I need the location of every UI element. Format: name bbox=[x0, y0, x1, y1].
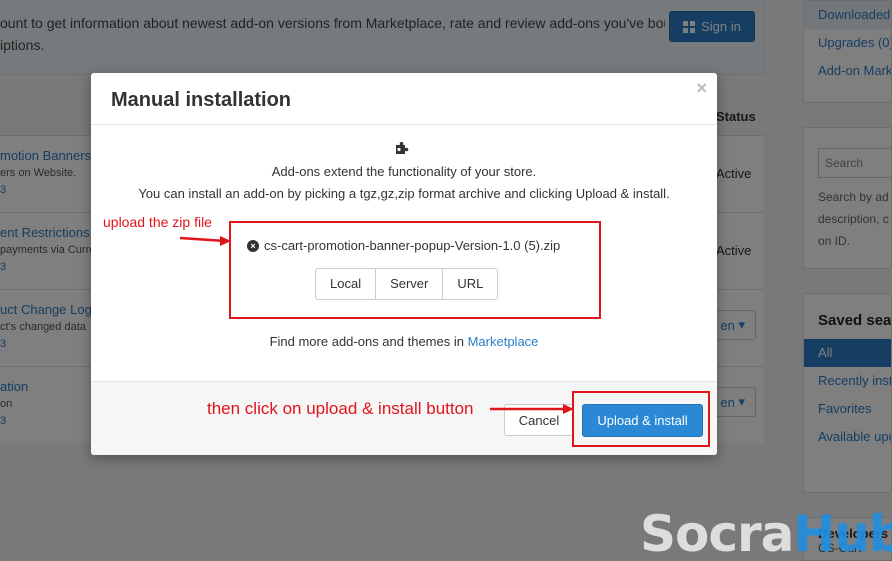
cancel-button[interactable]: Cancel bbox=[504, 404, 574, 436]
find-more-text: Find more add-ons and themes in Marketpl… bbox=[269, 334, 539, 349]
annotation-box-upload bbox=[572, 391, 710, 447]
socrahub-watermark-logo: SocraHub bbox=[640, 505, 892, 561]
marketplace-link[interactable]: Marketplace bbox=[468, 334, 539, 349]
intro-line-1: Add-ons extend the functionality of your… bbox=[271, 164, 537, 179]
puzzle-icon bbox=[396, 142, 409, 154]
intro-line-2: You can install an add-on by picking a t… bbox=[138, 186, 670, 201]
annotation-box-file bbox=[229, 221, 601, 319]
annotation-zip-hint: upload the zip file bbox=[103, 214, 212, 230]
modal-title: Manual installation bbox=[111, 89, 292, 111]
modal-header: Manual installation × bbox=[91, 73, 717, 125]
close-icon[interactable]: × bbox=[696, 79, 707, 97]
annotation-button-hint: then click on upload & install button bbox=[207, 399, 474, 418]
